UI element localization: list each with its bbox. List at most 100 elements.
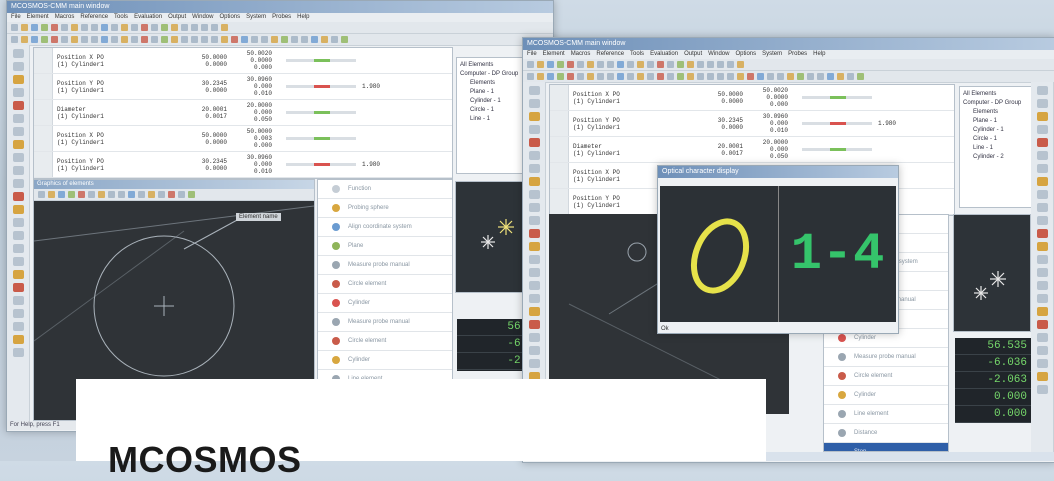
palette-button[interactable] <box>12 179 24 188</box>
toolbar-button[interactable] <box>241 36 248 43</box>
toolbar-button[interactable] <box>647 73 654 80</box>
procedure-step[interactable]: Cylinder <box>318 351 452 370</box>
palette-button[interactable] <box>12 296 24 305</box>
palette-button[interactable] <box>1036 216 1048 225</box>
toolbar-button[interactable] <box>221 36 228 43</box>
toolbar-button[interactable] <box>128 191 135 198</box>
toolbar-button[interactable] <box>181 24 188 31</box>
palette-button[interactable] <box>1036 203 1048 212</box>
palette-button[interactable] <box>12 166 24 175</box>
menu-item[interactable]: Probes <box>272 14 291 20</box>
palette-button[interactable] <box>528 255 540 264</box>
table-row[interactable]: Diameter (1) Cylinder1 20.0001 0.0017 20.0… <box>550 137 954 163</box>
palette-button[interactable] <box>1036 151 1048 160</box>
toolbar-button[interactable] <box>201 24 208 31</box>
procedure-step[interactable]: Distance <box>824 424 948 443</box>
procedure-step[interactable]: Measure probe manual <box>824 348 948 367</box>
palette-button[interactable] <box>1036 86 1048 95</box>
menu-item[interactable]: Reference <box>596 51 624 57</box>
toolbar-button[interactable] <box>118 191 125 198</box>
toolbar-button[interactable] <box>607 61 614 68</box>
palette-button[interactable] <box>1036 359 1048 368</box>
menu-item[interactable]: Window <box>708 51 729 57</box>
palette-button[interactable] <box>1036 372 1048 381</box>
toolbar-button[interactable] <box>667 73 674 80</box>
palette-button[interactable] <box>528 281 540 290</box>
palette-button[interactable] <box>1036 294 1048 303</box>
palette-button[interactable] <box>12 88 24 97</box>
menu-item[interactable]: Macros <box>55 14 75 20</box>
toolbar-button[interactable] <box>261 36 268 43</box>
table-row[interactable]: Position Y PO (1) Cylinder1 30.2345 0.000… <box>34 74 452 100</box>
palette-button[interactable] <box>528 294 540 303</box>
toolbar-button[interactable] <box>131 24 138 31</box>
palette-button[interactable] <box>528 268 540 277</box>
toolbar-button[interactable] <box>617 73 624 80</box>
toolbar-button[interactable] <box>181 36 188 43</box>
toolbar-button[interactable] <box>817 73 824 80</box>
palette-button[interactable] <box>528 203 540 212</box>
toolbar-button[interactable] <box>577 61 584 68</box>
toolbar-button[interactable] <box>108 191 115 198</box>
toolbar-button[interactable] <box>627 61 634 68</box>
toolbar-button[interactable] <box>807 73 814 80</box>
toolbar-button[interactable] <box>231 36 238 43</box>
menu-item[interactable]: File <box>11 14 21 20</box>
toolbar-button[interactable] <box>158 191 165 198</box>
toolbar-button[interactable] <box>41 36 48 43</box>
toolbar-button[interactable] <box>747 73 754 80</box>
toolbar-button[interactable] <box>141 36 148 43</box>
toolbar-button[interactable] <box>707 73 714 80</box>
palette-button[interactable] <box>12 309 24 318</box>
menu-item[interactable]: Tools <box>114 14 128 20</box>
toolbar-button[interactable] <box>767 73 774 80</box>
palette-button[interactable] <box>528 190 540 199</box>
toolbar-button[interactable] <box>737 73 744 80</box>
toolbar-button[interactable] <box>837 73 844 80</box>
toolbar-button[interactable] <box>527 73 534 80</box>
toolbar-button[interactable] <box>607 73 614 80</box>
toolbar-button[interactable] <box>171 24 178 31</box>
menu-item[interactable]: Output <box>684 51 702 57</box>
procedure-step[interactable]: Circle element <box>318 332 452 351</box>
toolbar-button[interactable] <box>557 73 564 80</box>
toolbar-button[interactable] <box>331 36 338 43</box>
procedure-step[interactable]: Plane <box>318 237 452 256</box>
palette-button[interactable] <box>528 242 540 251</box>
menu-item[interactable]: Probes <box>788 51 807 57</box>
toolbar-button[interactable] <box>101 24 108 31</box>
toolbar-button[interactable] <box>71 24 78 31</box>
palette-button[interactable] <box>528 307 540 316</box>
toolbar-button[interactable] <box>11 24 18 31</box>
toolbar-button[interactable] <box>91 24 98 31</box>
procedure-step[interactable]: Circle element <box>318 275 452 294</box>
menu-item[interactable]: Options <box>735 51 756 57</box>
palette-button[interactable] <box>12 49 24 58</box>
palette-button[interactable] <box>1036 320 1048 329</box>
toolbar-button[interactable] <box>191 36 198 43</box>
toolbar-button[interactable] <box>757 73 764 80</box>
tree-item[interactable]: All Elements <box>963 90 1029 99</box>
palette-button[interactable] <box>12 218 24 227</box>
palette-button[interactable] <box>12 283 24 292</box>
toolbar-button[interactable] <box>161 36 168 43</box>
palette-button[interactable] <box>12 127 24 136</box>
menu-item[interactable]: Window <box>192 14 213 20</box>
palette-button[interactable] <box>12 153 24 162</box>
menu-item[interactable]: Output <box>168 14 186 20</box>
palette-button[interactable] <box>12 192 24 201</box>
menu-item[interactable]: System <box>762 51 782 57</box>
toolbar-button[interactable] <box>657 61 664 68</box>
toolbar-button[interactable] <box>51 36 58 43</box>
toolbar-button[interactable] <box>677 61 684 68</box>
toolbar-button[interactable] <box>71 36 78 43</box>
toolbar-button[interactable] <box>221 24 228 31</box>
toolbar-button[interactable] <box>687 73 694 80</box>
palette-button[interactable] <box>528 320 540 329</box>
palette-button[interactable] <box>1036 255 1048 264</box>
toolbar-button[interactable] <box>11 36 18 43</box>
palette-button[interactable] <box>12 322 24 331</box>
palette-button[interactable] <box>1036 99 1048 108</box>
toolbar-button[interactable] <box>597 61 604 68</box>
toolbar-button[interactable] <box>717 61 724 68</box>
